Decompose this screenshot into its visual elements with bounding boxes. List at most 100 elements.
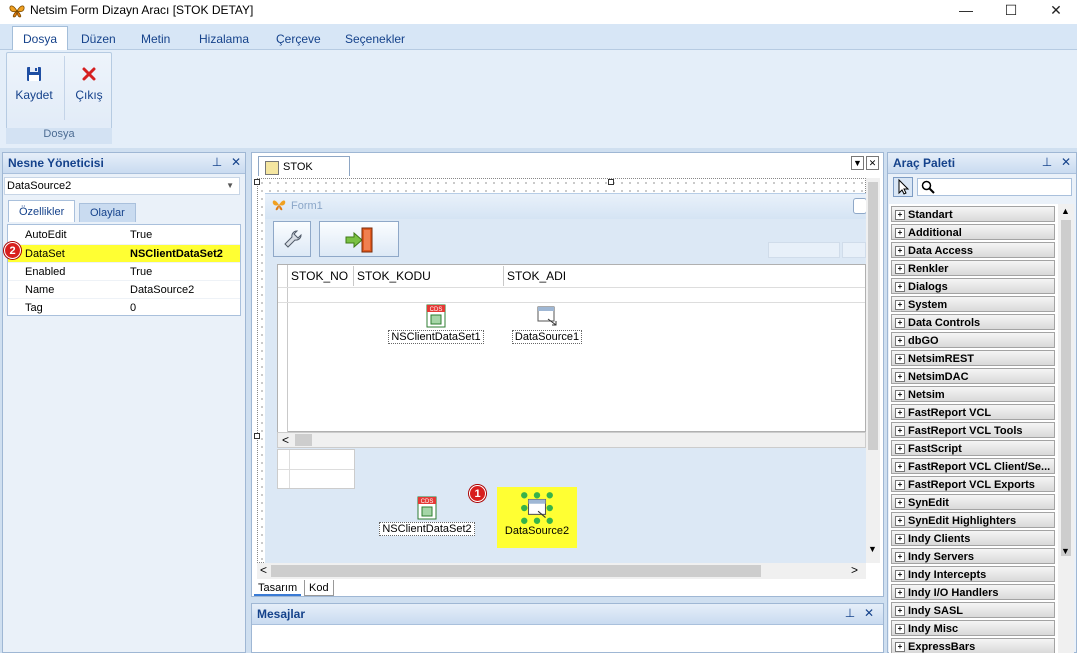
menu-tab-hizalama[interactable]: Hizalama	[189, 28, 259, 50]
palette-category-item[interactable]: + Dialogs	[891, 278, 1055, 294]
expand-plus-icon[interactable]: +	[895, 570, 905, 580]
close-panel-icon[interactable]: ✕	[862, 605, 876, 621]
settings-tool-button[interactable]	[273, 221, 311, 257]
palette-category-item[interactable]: + Renkler	[891, 260, 1055, 276]
resize-handle[interactable]	[608, 179, 614, 185]
pin-icon[interactable]: ⊥	[210, 154, 224, 170]
palette-category-item[interactable]: + FastReport VCL Tools	[891, 422, 1055, 438]
expand-plus-icon[interactable]: +	[895, 534, 905, 544]
expand-plus-icon[interactable]: +	[895, 246, 905, 256]
grid-column-header[interactable]: STOK_KODU	[354, 266, 504, 286]
tab-kod[interactable]: Kod	[304, 580, 334, 596]
expand-plus-icon[interactable]: +	[895, 408, 905, 418]
property-row-tag[interactable]: Tag 0	[8, 298, 240, 317]
palette-category-item[interactable]: + FastScript	[891, 440, 1055, 456]
exit-tool-button[interactable]	[319, 221, 399, 257]
palette-category-item[interactable]: + Data Access	[891, 242, 1055, 258]
tab-dropdown-icon[interactable]: ▼	[851, 156, 864, 170]
designer-horizontal-scrollbar[interactable]: < >	[257, 563, 866, 579]
expand-plus-icon[interactable]: +	[895, 336, 905, 346]
scroll-right-icon[interactable]: >	[851, 563, 858, 578]
component-nsclientdataset1[interactable]: CDS NSClientDataSet1	[386, 303, 486, 344]
close-window-button[interactable]: ✕	[1033, 0, 1077, 24]
scroll-up-icon[interactable]: ▲	[1061, 206, 1070, 216]
scroll-down-icon[interactable]: ▼	[868, 544, 877, 554]
scroll-left-icon[interactable]: <	[282, 433, 289, 447]
property-row-autoedit[interactable]: AutoEdit True	[8, 226, 240, 244]
palette-category-item[interactable]: + Netsim	[891, 386, 1055, 402]
expand-plus-icon[interactable]: +	[895, 552, 905, 562]
property-value[interactable]: DataSource2	[130, 281, 194, 299]
document-tab[interactable]: STOK DETAY	[258, 156, 350, 193]
minimize-button[interactable]: —	[943, 0, 989, 24]
close-panel-icon[interactable]: ✕	[1059, 154, 1073, 170]
tab-tasarim[interactable]: Tasarım	[254, 580, 302, 596]
maximize-button[interactable]: ☐	[988, 0, 1034, 24]
expand-plus-icon[interactable]: +	[895, 606, 905, 616]
tab-close-icon[interactable]: ✕	[866, 156, 879, 170]
expand-plus-icon[interactable]: +	[895, 444, 905, 454]
component-datasource2[interactable]: DataSource2	[497, 491, 577, 537]
property-row-name[interactable]: Name DataSource2	[8, 280, 240, 299]
pin-icon[interactable]: ⊥	[843, 605, 857, 621]
designer-vertical-scrollbar[interactable]: ▼	[866, 178, 880, 563]
expand-plus-icon[interactable]: +	[895, 264, 905, 274]
save-button[interactable]: Kaydet	[9, 56, 59, 122]
close-panel-icon[interactable]: ✕	[229, 154, 243, 170]
palette-search-input[interactable]	[917, 178, 1072, 196]
expand-plus-icon[interactable]: +	[895, 210, 905, 220]
expand-plus-icon[interactable]: +	[895, 372, 905, 382]
property-row-dataset[interactable]: DataSet NSClientDataSet2	[8, 244, 240, 263]
resize-handle[interactable]	[254, 433, 260, 439]
component-datasource1[interactable]: DataSource1	[505, 303, 589, 344]
palette-category-item[interactable]: + System	[891, 296, 1055, 312]
grid-column-header[interactable]: STOK_ADI	[504, 266, 864, 286]
form-caption-button[interactable]	[853, 198, 867, 214]
expand-plus-icon[interactable]: +	[895, 480, 905, 490]
expand-plus-icon[interactable]: +	[895, 624, 905, 634]
expand-plus-icon[interactable]: +	[895, 390, 905, 400]
property-row-enabled[interactable]: Enabled True	[8, 262, 240, 281]
palette-category-item[interactable]: + SynEdit	[891, 494, 1055, 510]
property-value[interactable]: 0	[130, 299, 136, 317]
palette-category-item[interactable]: + FastReport VCL	[891, 404, 1055, 420]
scrollbar-thumb[interactable]	[1061, 220, 1071, 556]
palette-category-item[interactable]: + Indy SASL	[891, 602, 1055, 618]
scrollbar-thumb[interactable]	[295, 434, 312, 446]
palette-category-item[interactable]: + ExpressBars	[891, 638, 1055, 653]
menu-tab-cerceve[interactable]: Çerçeve	[266, 28, 331, 50]
palette-category-item[interactable]: + Standart	[891, 206, 1055, 222]
expand-plus-icon[interactable]: +	[895, 282, 905, 292]
grid-row[interactable]	[278, 287, 865, 303]
palette-vertical-scrollbar[interactable]: ▲ ▼	[1058, 204, 1074, 653]
palette-category-item[interactable]: + NetsimDAC	[891, 368, 1055, 384]
expand-plus-icon[interactable]: +	[895, 426, 905, 436]
palette-category-item[interactable]: + Indy Clients	[891, 530, 1055, 546]
scroll-left-icon[interactable]: <	[260, 563, 267, 578]
palette-category-item[interactable]: + Indy Servers	[891, 548, 1055, 564]
expand-plus-icon[interactable]: +	[895, 354, 905, 364]
pin-icon[interactable]: ⊥	[1040, 154, 1054, 170]
expand-plus-icon[interactable]: +	[895, 318, 905, 328]
expand-plus-icon[interactable]: +	[895, 300, 905, 310]
palette-category-item[interactable]: + Indy Misc	[891, 620, 1055, 636]
data-grid-2[interactable]	[277, 449, 355, 489]
menu-tab-dosya[interactable]: Dosya	[12, 26, 69, 51]
menu-tab-metin[interactable]: Metin	[131, 28, 180, 50]
object-selector[interactable]: DataSource2 ▼	[4, 177, 240, 195]
expand-plus-icon[interactable]: +	[895, 588, 905, 598]
scrollbar-thumb[interactable]	[271, 565, 761, 577]
expand-plus-icon[interactable]: +	[895, 228, 905, 238]
palette-category-item[interactable]: + dbGO	[891, 332, 1055, 348]
palette-category-item[interactable]: + Additional	[891, 224, 1055, 240]
menu-tab-duzen[interactable]: Düzen	[71, 28, 126, 50]
palette-category-item[interactable]: + FastReport VCL Exports	[891, 476, 1055, 492]
grid-column-header[interactable]: STOK_NO	[288, 266, 354, 286]
tab-olaylar[interactable]: Olaylar	[79, 203, 136, 222]
palette-category-item[interactable]: + Indy I/O Handlers	[891, 584, 1055, 600]
exit-button[interactable]: Çıkış	[64, 56, 114, 122]
palette-category-item[interactable]: + FastReport VCL Client/Se...	[891, 458, 1055, 474]
expand-plus-icon[interactable]: +	[895, 642, 905, 652]
palette-category-item[interactable]: + SynEdit Highlighters	[891, 512, 1055, 528]
scrollbar-thumb[interactable]	[868, 182, 878, 450]
